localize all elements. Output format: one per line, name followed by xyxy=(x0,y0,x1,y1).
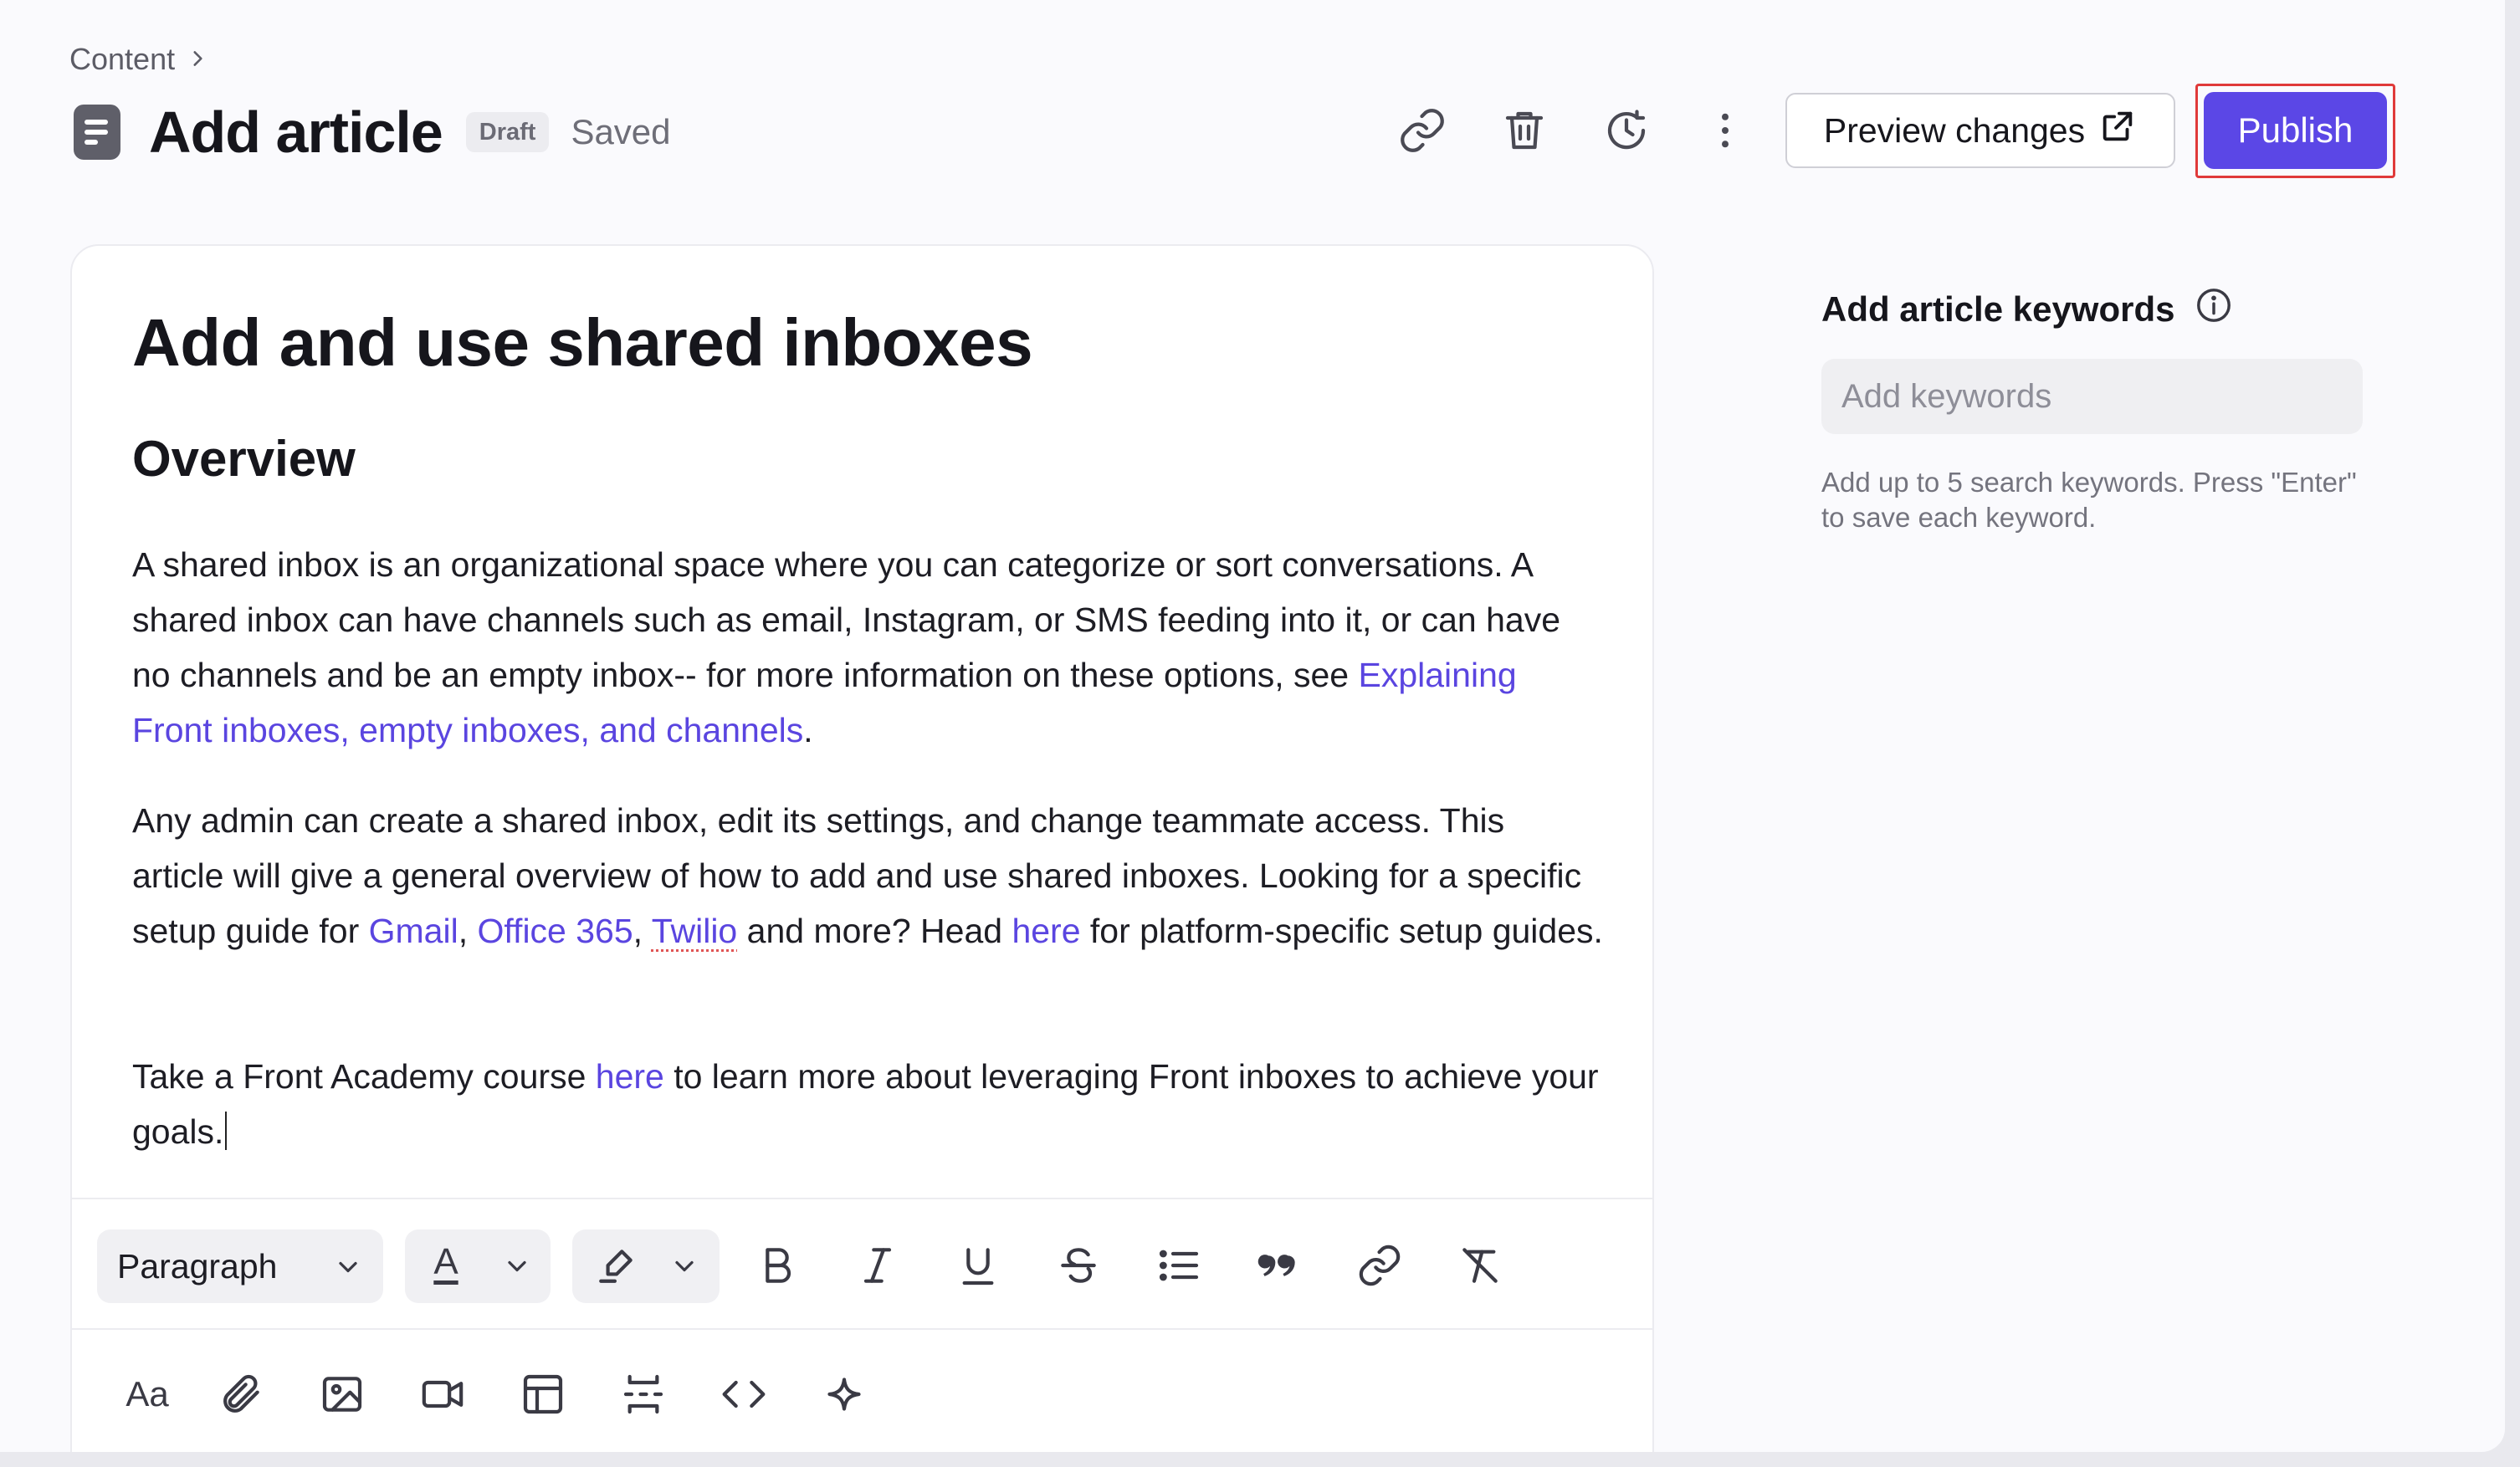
breadcrumb-content-link[interactable]: Content xyxy=(69,42,175,77)
preview-changes-label: Preview changes xyxy=(1823,110,2086,150)
chevron-right-icon xyxy=(187,42,208,77)
breadcrumb: Content xyxy=(69,42,208,77)
italic-icon[interactable] xyxy=(850,1238,905,1293)
underline-icon[interactable] xyxy=(950,1238,1006,1293)
keywords-heading-label: Add article keywords xyxy=(1821,289,2175,329)
link-here-front-academy[interactable]: here xyxy=(596,1057,664,1096)
article-document-icon xyxy=(72,103,122,161)
ai-sparkle-icon[interactable] xyxy=(817,1367,872,1422)
paragraph-text: A shared inbox is an organizational spac… xyxy=(132,545,1561,694)
external-link-icon xyxy=(2098,107,2137,154)
text-cursor xyxy=(225,1112,228,1150)
insert-toolbar: Aa xyxy=(72,1330,1652,1452)
paragraph-text: , xyxy=(633,912,652,950)
trash-icon[interactable] xyxy=(1498,104,1551,157)
bold-icon[interactable] xyxy=(750,1238,805,1293)
paragraph-text: for platform-specific setup guides. xyxy=(1080,912,1603,950)
article-paragraph[interactable]: A shared inbox is an organizational spac… xyxy=(132,537,1605,758)
image-icon[interactable] xyxy=(315,1367,370,1422)
block-style-dropdown[interactable]: Paragraph xyxy=(97,1229,383,1303)
paragraph-text: , xyxy=(458,912,478,950)
paragraph-text: Take a Front Academy course xyxy=(132,1057,596,1096)
history-icon[interactable] xyxy=(1600,104,1653,157)
table-icon[interactable] xyxy=(515,1367,571,1422)
link-twilio[interactable]: Twilio xyxy=(652,912,738,950)
highlight-color-dropdown[interactable] xyxy=(572,1229,720,1303)
bulleted-list-icon[interactable] xyxy=(1151,1238,1206,1293)
info-icon[interactable] xyxy=(2195,286,2233,333)
publish-button[interactable]: Publish xyxy=(2204,92,2387,169)
preview-changes-button[interactable]: Preview changes xyxy=(1785,93,2175,168)
text-color-icon: A xyxy=(433,1241,458,1282)
copy-link-icon[interactable] xyxy=(1396,104,1449,157)
article-editor[interactable]: Add and use shared inboxes Overview A sh… xyxy=(70,244,1654,1452)
article-paragraph[interactable]: Any admin can create a shared inbox, edi… xyxy=(132,793,1605,958)
font-size-icon[interactable]: Aa xyxy=(114,1367,181,1422)
attachment-icon[interactable] xyxy=(214,1367,269,1422)
chevron-down-icon xyxy=(502,1251,532,1286)
divider-icon[interactable] xyxy=(616,1367,671,1422)
block-style-value: Paragraph xyxy=(117,1246,278,1286)
link-here-setup-guides[interactable]: here xyxy=(1012,912,1080,950)
link-icon[interactable] xyxy=(1352,1238,1407,1293)
page-title: Add article xyxy=(149,100,443,165)
chevron-down-icon xyxy=(333,1251,363,1291)
video-icon[interactable] xyxy=(415,1367,470,1422)
article-heading-overview[interactable]: Overview xyxy=(132,430,356,488)
app-window: Content Add article Draft Saved Preview … xyxy=(0,0,2505,1452)
link-office-365[interactable]: Office 365 xyxy=(478,912,633,950)
highlighter-icon xyxy=(596,1245,638,1291)
keywords-help-text: Add up to 5 search keywords. Press "Ente… xyxy=(1821,467,2357,533)
clear-formatting-icon[interactable] xyxy=(1452,1238,1508,1293)
more-options-icon[interactable] xyxy=(1698,104,1752,157)
paragraph-text: . xyxy=(803,711,813,749)
chevron-down-icon xyxy=(669,1251,699,1286)
save-status: Saved xyxy=(571,112,671,151)
article-paragraph[interactable]: Take a Front Academy course here to lear… xyxy=(132,1049,1605,1159)
keywords-section-heading: Add article keywords xyxy=(1821,286,2233,333)
title-row: Add article Draft Saved xyxy=(72,94,671,171)
strikethrough-icon[interactable] xyxy=(1051,1238,1106,1293)
text-color-dropdown[interactable]: A xyxy=(405,1229,551,1303)
code-icon[interactable] xyxy=(716,1367,771,1422)
quote-icon[interactable] xyxy=(1252,1238,1307,1293)
article-title[interactable]: Add and use shared inboxes xyxy=(132,304,1033,381)
keywords-input[interactable] xyxy=(1821,359,2363,434)
link-gmail[interactable]: Gmail xyxy=(369,912,458,950)
paragraph-text: and more? Head xyxy=(737,912,1012,950)
formatting-toolbar: Paragraph A xyxy=(72,1198,1652,1330)
status-badge: Draft xyxy=(465,112,550,152)
